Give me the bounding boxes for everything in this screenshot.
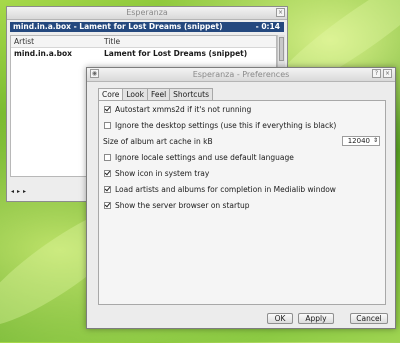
column-header-title[interactable]: Title (104, 36, 120, 47)
ignore-desktop-label: Ignore the desktop settings (use this if… (115, 121, 337, 130)
playlist-header: Artist Title (11, 36, 276, 48)
playback-controls: ◂▸▸ (11, 188, 29, 195)
row-artist: mind.in.a.box (14, 49, 72, 58)
close-icon[interactable]: × (276, 8, 285, 17)
playback-time: - 0:14 (255, 22, 280, 31)
ignore-locale-option[interactable]: Ignore locale settings and use default l… (104, 152, 294, 163)
autostart-checkbox[interactable] (104, 105, 111, 113)
column-header-artist[interactable]: Artist (14, 36, 34, 47)
scrollbar-thumb[interactable] (279, 37, 284, 61)
player-titlebar[interactable]: Esperanza × (7, 7, 287, 20)
server-browser-checkbox[interactable] (104, 201, 111, 209)
cancel-button[interactable]: Cancel (350, 313, 388, 324)
preferences-dialog: ◉ Esperanza - Preferences ? × Core Look … (86, 67, 396, 329)
cache-size-value[interactable]: 12040 (348, 137, 370, 145)
row-title: Lament for Lost Dreams (snippet) (104, 49, 248, 58)
player-window-title: Esperanza (126, 8, 168, 17)
autostart-label: Autostart xmms2d if it's not running (115, 105, 252, 114)
cache-size-spinbox[interactable]: 12040 ⇕ (342, 136, 380, 146)
core-settings-panel: Autostart xmms2d if it's not running Ign… (98, 100, 386, 305)
close-icon[interactable]: × (383, 69, 392, 78)
ok-button[interactable]: OK (267, 313, 293, 324)
playlist-row[interactable]: mind.in.a.box Lament for Lost Dreams (sn… (11, 48, 276, 59)
tab-shortcuts[interactable]: Shortcuts (169, 88, 214, 100)
ignore-desktop-option[interactable]: Ignore the desktop settings (use this if… (104, 120, 336, 131)
server-browser-option[interactable]: Show the server browser on startup (104, 200, 250, 211)
server-browser-label: Show the server browser on startup (115, 201, 250, 210)
medialib-completion-option[interactable]: Load artists and albums for completion i… (104, 184, 336, 195)
tab-look[interactable]: Look (122, 88, 148, 100)
ignore-locale-checkbox[interactable] (104, 153, 111, 161)
prefs-tabs: Core Look Feel Shortcuts (98, 88, 214, 101)
window-menu-icon[interactable]: ◉ (90, 69, 99, 78)
spin-arrows-icon[interactable]: ⇕ (373, 137, 378, 145)
tray-icon-label: Show icon in system tray (115, 169, 210, 178)
tab-feel[interactable]: Feel (146, 88, 171, 100)
prefs-titlebar[interactable]: ◉ Esperanza - Preferences ? × (87, 68, 395, 82)
prefs-window-title: Esperanza - Preferences (192, 70, 290, 79)
cache-size-label: Size of album art cache in kB (103, 137, 213, 146)
tray-icon-option[interactable]: Show icon in system tray (104, 168, 209, 179)
now-playing-bar: mind.in.a.box - Lament for Lost Dreams (… (10, 22, 284, 32)
medialib-completion-label: Load artists and albums for completion i… (115, 185, 336, 194)
tray-icon-checkbox[interactable] (104, 169, 111, 177)
apply-button[interactable]: Apply (298, 313, 334, 324)
next-icon[interactable]: ▸ (23, 188, 29, 195)
help-icon[interactable]: ? (372, 69, 381, 78)
medialib-completion-checkbox[interactable] (104, 185, 111, 193)
ignore-desktop-checkbox[interactable] (104, 121, 111, 129)
ignore-locale-label: Ignore locale settings and use default l… (115, 153, 294, 162)
autostart-option[interactable]: Autostart xmms2d if it's not running (104, 104, 251, 115)
now-playing-text: mind.in.a.box - Lament for Lost Dreams (… (13, 22, 223, 31)
